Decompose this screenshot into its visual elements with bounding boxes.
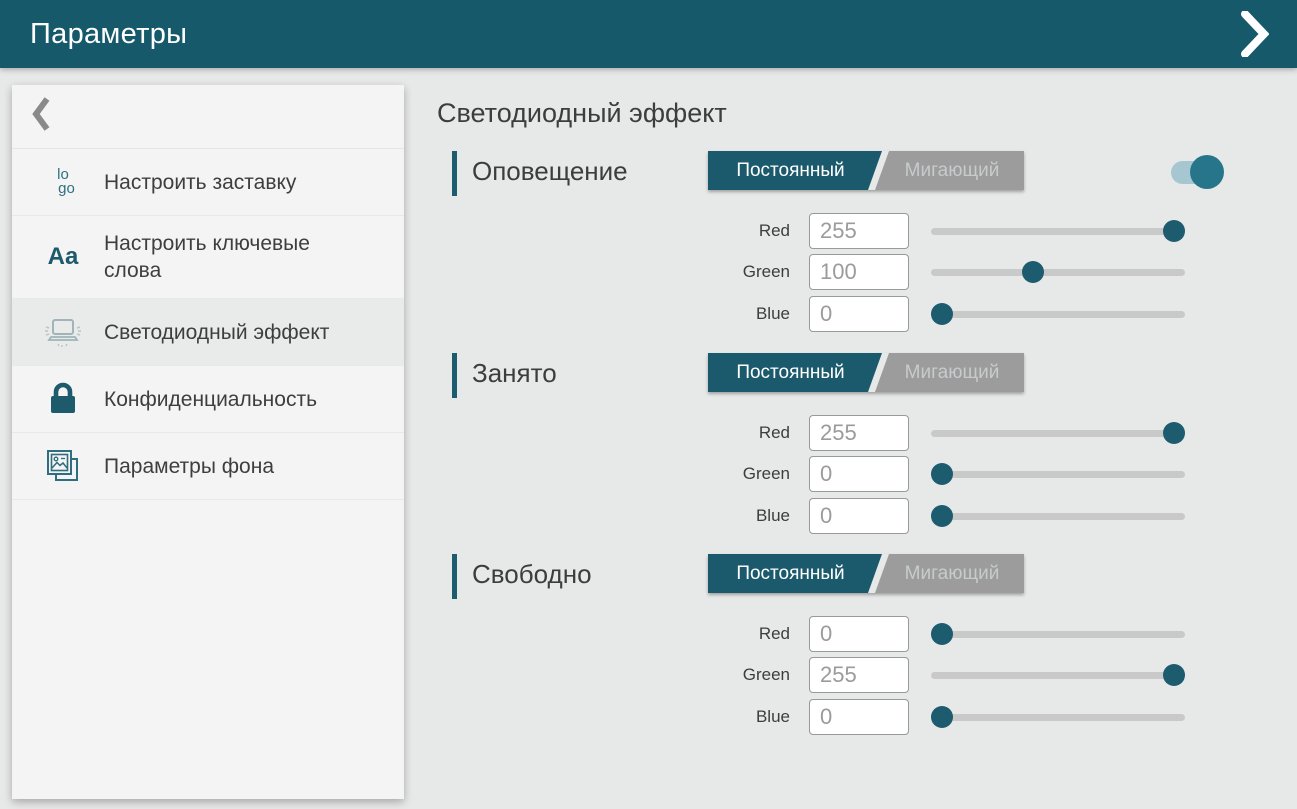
green-value-input[interactable] <box>809 254 909 290</box>
led-screen-icon <box>44 313 82 351</box>
slider-track <box>931 631 1185 638</box>
blue-value-input[interactable] <box>809 699 909 735</box>
toggle-knob <box>1190 155 1224 189</box>
mode-option-constant[interactable]: Постоянный <box>708 554 873 593</box>
sidebar-item-keywords[interactable]: Aa Настроить ключевые слова <box>12 216 404 299</box>
section-title: Занято <box>472 358 557 389</box>
section-title: Оповещение <box>472 156 628 187</box>
chevron-left-icon <box>32 96 50 137</box>
green-label: Green <box>700 262 790 282</box>
slider-track <box>931 471 1185 478</box>
red-value-input[interactable] <box>809 213 909 249</box>
sidebar-item-label: Настроить ключевые слова <box>104 230 356 284</box>
red-label: Red <box>700 423 790 443</box>
mode-option-blinking[interactable]: Мигающий <box>880 353 1024 392</box>
mode-option-blinking[interactable]: Мигающий <box>880 151 1024 190</box>
slider-track <box>931 513 1185 520</box>
slider-thumb[interactable] <box>1022 261 1044 283</box>
green-label: Green <box>700 665 790 685</box>
sidebar-item-label: Настроить заставку <box>104 169 296 196</box>
blue-value-input[interactable] <box>809 296 909 332</box>
sidebar: logo Настроить заставку Aa Настроить клю… <box>12 85 404 799</box>
sidebar-item-label: Параметры фона <box>104 453 274 480</box>
slider-thumb[interactable] <box>931 463 953 485</box>
slider-track <box>931 228 1185 235</box>
green-value-input[interactable] <box>809 657 909 693</box>
section-accent-bar <box>452 554 457 599</box>
slider-track <box>931 311 1185 318</box>
mode-segmented-control: Постоянный Мигающий <box>708 353 1024 392</box>
slider-track <box>931 672 1185 679</box>
green-slider[interactable] <box>931 260 1185 284</box>
section-accent-bar <box>452 151 457 196</box>
green-value-input[interactable] <box>809 456 909 492</box>
logo-icon: logo <box>44 163 82 201</box>
red-value-input[interactable] <box>809 415 909 451</box>
blue-slider[interactable] <box>931 705 1185 729</box>
mode-segmented-control: Постоянный Мигающий <box>708 554 1024 593</box>
background-images-icon <box>44 447 82 485</box>
sidebar-back-button[interactable] <box>12 85 404 149</box>
mode-option-blinking[interactable]: Мигающий <box>880 554 1024 593</box>
red-label: Red <box>700 624 790 644</box>
slider-thumb[interactable] <box>1163 220 1185 242</box>
slider-track <box>931 430 1185 437</box>
slider-thumb[interactable] <box>1163 422 1185 444</box>
blue-slider[interactable] <box>931 504 1185 528</box>
blue-label: Blue <box>700 506 790 526</box>
keywords-aa-icon: Aa <box>44 238 82 276</box>
blue-slider[interactable] <box>931 302 1185 326</box>
slider-thumb[interactable] <box>931 505 953 527</box>
blue-label: Blue <box>700 707 790 727</box>
app-header: Параметры <box>0 0 1297 68</box>
slider-thumb[interactable] <box>1163 664 1185 686</box>
slider-track <box>931 269 1185 276</box>
main-title: Светодиодный эффект <box>437 98 727 129</box>
section-accent-bar <box>452 353 457 398</box>
slider-thumb[interactable] <box>931 706 953 728</box>
green-slider[interactable] <box>931 663 1185 687</box>
sidebar-item-label: Светодиодный эффект <box>104 319 329 346</box>
sidebar-item-screensaver[interactable]: logo Настроить заставку <box>12 149 404 216</box>
mode-option-constant[interactable]: Постоянный <box>708 151 873 190</box>
slider-thumb[interactable] <box>931 623 953 645</box>
sidebar-item-label: Конфиденциальность <box>104 386 317 413</box>
red-slider[interactable] <box>931 421 1185 445</box>
blue-value-input[interactable] <box>809 498 909 534</box>
lock-icon <box>44 380 82 418</box>
sidebar-item-privacy[interactable]: Конфиденциальность <box>12 366 404 433</box>
red-label: Red <box>700 221 790 241</box>
page-title: Параметры <box>30 18 187 51</box>
red-slider[interactable] <box>931 622 1185 646</box>
notification-enable-toggle[interactable] <box>1166 153 1226 191</box>
mode-segmented-control: Постоянный Мигающий <box>708 151 1024 190</box>
red-slider[interactable] <box>931 219 1185 243</box>
slider-thumb[interactable] <box>931 303 953 325</box>
green-slider[interactable] <box>931 462 1185 486</box>
sidebar-item-led-effect[interactable]: Светодиодный эффект <box>12 299 404 366</box>
mode-option-constant[interactable]: Постоянный <box>708 353 873 392</box>
chevron-right-icon[interactable] <box>1235 8 1275 60</box>
slider-track <box>931 714 1185 721</box>
section-title: Свободно <box>472 559 592 590</box>
blue-label: Blue <box>700 304 790 324</box>
green-label: Green <box>700 464 790 484</box>
sidebar-item-background[interactable]: Параметры фона <box>12 433 404 500</box>
red-value-input[interactable] <box>809 616 909 652</box>
